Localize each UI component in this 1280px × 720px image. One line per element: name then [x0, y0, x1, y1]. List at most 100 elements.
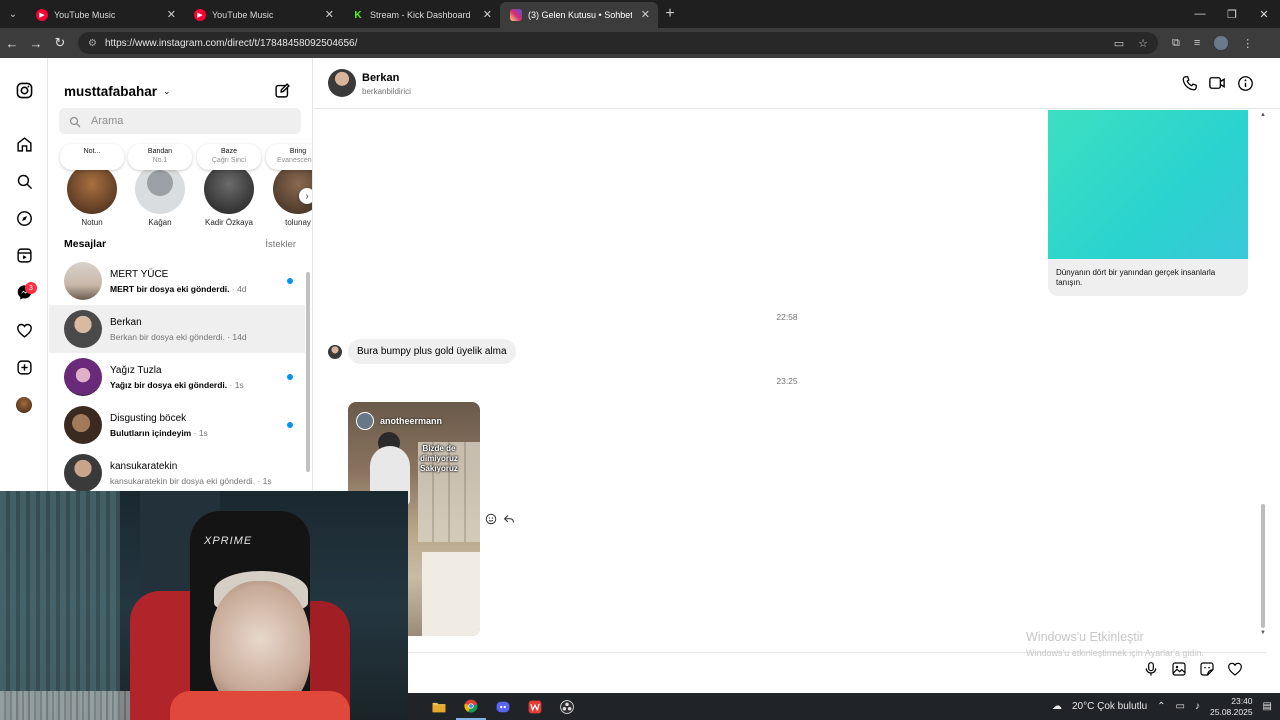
discord-icon[interactable]: [488, 693, 518, 720]
messages-title: Mesajlar: [64, 238, 107, 250]
explore-icon[interactable]: [14, 208, 34, 228]
note-item[interactable]: Baze Çağrı Sinci Kadir Özkaya: [196, 144, 262, 227]
tab-youtube-music-1[interactable]: ▶ YouTube Music ✕: [26, 2, 184, 28]
scroll-down-arrow-icon[interactable]: ▼: [1260, 630, 1266, 636]
cast-icon[interactable]: ▭: [1114, 37, 1124, 50]
tab-youtube-music-2[interactable]: ▶ YouTube Music ✕: [184, 2, 342, 28]
back-button[interactable]: ←: [0, 36, 24, 51]
media-control-icon[interactable]: ≡: [1194, 37, 1200, 49]
profile-avatar[interactable]: [1214, 36, 1229, 50]
network-icon[interactable]: ▭: [1176, 701, 1185, 712]
note-item[interactable]: Bring Evanescence tolunay: [265, 144, 312, 227]
avatar: [64, 310, 102, 348]
scroll-up-arrow-icon[interactable]: ▲: [1260, 112, 1266, 118]
note-item[interactable]: Bandan No.1 Kağan: [127, 144, 193, 227]
heart-icon[interactable]: [14, 320, 34, 340]
microphone-icon[interactable]: [1142, 660, 1160, 678]
address-bar[interactable]: ⚙ https://www.instagram.com/direct/t/178…: [78, 32, 1158, 54]
home-icon[interactable]: [14, 134, 34, 154]
wps-office-icon[interactable]: [520, 693, 550, 720]
video-call-icon[interactable]: [1208, 74, 1226, 92]
create-icon[interactable]: [14, 357, 34, 377]
weather-icon[interactable]: ☁: [1052, 701, 1062, 712]
new-message-icon[interactable]: [274, 82, 291, 104]
close-window-button[interactable]: ✕: [1248, 8, 1280, 21]
conversation-name: MERT YÜCE: [110, 268, 169, 280]
preview-time: · 1s: [229, 379, 244, 390]
scrollbar-thumb[interactable]: [1261, 504, 1265, 628]
restore-button[interactable]: ❐: [1216, 8, 1248, 21]
conversation-preview: Berkan bir dosya eki gönderdi. · 14d: [110, 332, 247, 342]
close-icon[interactable]: ✕: [167, 8, 176, 21]
requests-link[interactable]: İstekler: [265, 239, 296, 250]
info-icon[interactable]: [1236, 74, 1254, 92]
chat-scrollbar[interactable]: ▲ ▼: [1258, 110, 1268, 640]
reply-icon[interactable]: [503, 512, 515, 530]
shared-card-image[interactable]: [1048, 110, 1248, 259]
conversation-item[interactable]: Berkan Berkan bir dosya eki gönderdi. · …: [49, 305, 305, 353]
preview-time: · 14d: [227, 331, 247, 342]
browser-tab-bar: ⌄ ▶ YouTube Music ✕ ▶ YouTube Music ✕ K …: [0, 0, 1280, 28]
browser-menu-icon[interactable]: ⋮: [1242, 37, 1253, 50]
instagram-logo-icon[interactable]: [14, 80, 34, 100]
conversation-scrollbar[interactable]: [305, 262, 311, 490]
chevron-right-icon[interactable]: ›: [299, 188, 312, 204]
chrome-icon[interactable]: [456, 693, 486, 720]
phone-call-icon[interactable]: [1180, 74, 1198, 92]
image-icon[interactable]: [1170, 660, 1188, 678]
extensions-icon[interactable]: ⧉: [1172, 37, 1180, 50]
note-item[interactable]: Not... Notun: [59, 144, 125, 227]
url-text[interactable]: https://www.instagram.com/direct/t/17848…: [105, 38, 357, 49]
reel-author-name: anotheermann: [380, 416, 443, 426]
close-icon[interactable]: ✕: [641, 8, 650, 21]
conversation-item[interactable]: Yağız Tuzla Yağız bir dosya eki gönderdi…: [49, 353, 305, 401]
search-input[interactable]: Arama: [59, 108, 301, 134]
tab-instagram-inbox[interactable]: (3) Gelen Kutusu • Sohbetler ✕: [500, 2, 658, 28]
reels-icon[interactable]: [14, 245, 34, 265]
browser-toolbar: ← → ↻ ⚙ https://www.instagram.com/direct…: [0, 28, 1280, 58]
chevron-up-icon[interactable]: ⌃: [1157, 701, 1165, 712]
avatar: [204, 164, 254, 214]
close-icon[interactable]: ✕: [483, 8, 492, 21]
conversation-item[interactable]: MERT YÜCE MERT bir dosya eki gönderdi. ·…: [49, 257, 305, 305]
account-switcher[interactable]: musttafabahar ⌄: [64, 84, 171, 99]
conversation-item[interactable]: kansukaratekin kansukaratekin bir dosya …: [49, 449, 305, 491]
sticker-icon[interactable]: [1198, 660, 1216, 678]
system-clock[interactable]: 23:40 25.08.2025: [1210, 696, 1253, 718]
chat-thread: Dünyanın dört bir yanından gerçek insanl…: [314, 110, 1266, 652]
minimize-button[interactable]: —: [1184, 8, 1216, 21]
tab-search-button[interactable]: ⌄: [0, 0, 26, 28]
new-tab-button[interactable]: +: [658, 5, 682, 23]
close-icon[interactable]: ✕: [325, 8, 334, 21]
conversation-item[interactable]: Disgusting böcek Bulutların içindeyim · …: [49, 401, 305, 449]
notification-center-icon[interactable]: ▤: [1263, 701, 1272, 712]
avatar: [135, 164, 185, 214]
chat-header: Berkan berkanbildirici: [314, 58, 1280, 109]
volume-icon[interactable]: ♪: [1195, 701, 1200, 712]
profile-avatar[interactable]: [16, 397, 32, 413]
forward-button[interactable]: →: [24, 36, 48, 51]
note-subtext: No.1: [152, 157, 168, 164]
obs-icon[interactable]: [552, 693, 582, 720]
avatar[interactable]: [328, 69, 356, 97]
kick-icon: K: [352, 9, 364, 21]
avatar: [67, 164, 117, 214]
bookmark-star-icon[interactable]: ☆: [1138, 37, 1148, 50]
unread-indicator: [287, 422, 293, 428]
heart-icon[interactable]: [1226, 660, 1244, 678]
emoji-react-icon[interactable]: [485, 512, 497, 530]
message-bubble[interactable]: Bura bumpy plus gold üyelik alma: [348, 339, 516, 364]
reel-author: anotheermann: [356, 412, 442, 430]
webcam-person: [170, 691, 350, 720]
note-owner-name: Notun: [81, 218, 103, 227]
search-icon[interactable]: [14, 171, 34, 191]
weather-text[interactable]: 20°C Çok bulutlu: [1072, 701, 1147, 712]
conversation-preview: kansukaratekin bir dosya eki gönderdi. ·…: [110, 476, 272, 486]
reload-button[interactable]: ↻: [48, 35, 72, 51]
scrollbar-thumb[interactable]: [306, 272, 310, 472]
shared-card-caption[interactable]: Dünyanın dört bir yanından gerçek insanl…: [1048, 259, 1248, 296]
chat-contact-name[interactable]: Berkan: [362, 72, 399, 84]
site-info-icon[interactable]: ⚙: [88, 38, 97, 49]
file-explorer-icon[interactable]: [424, 693, 454, 720]
tab-kick-dashboard[interactable]: K Stream - Kick Dashboard ✕: [342, 2, 500, 28]
